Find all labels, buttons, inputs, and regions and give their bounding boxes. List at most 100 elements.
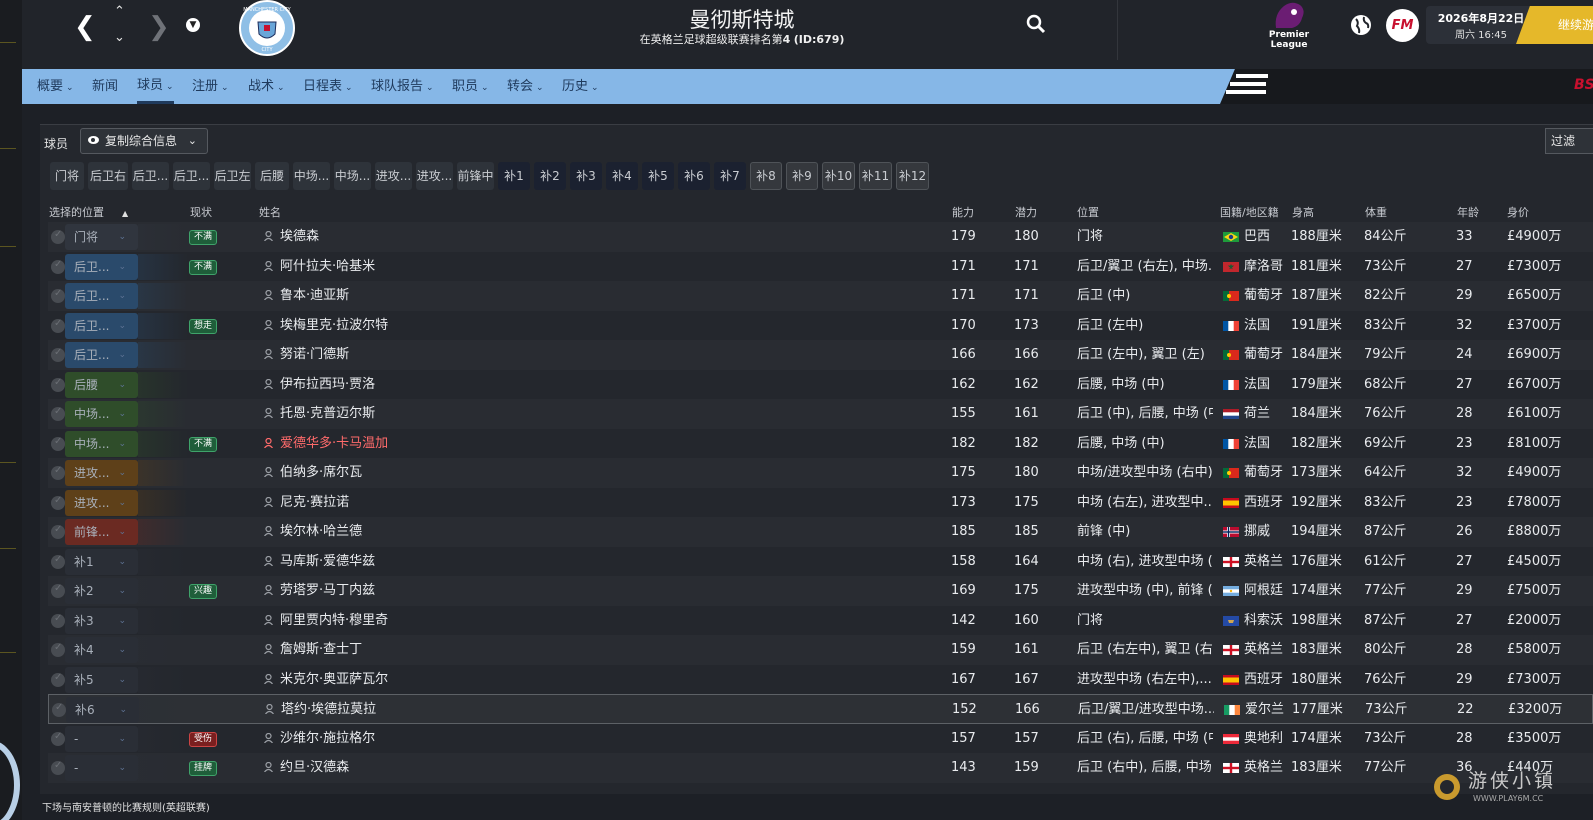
player-name[interactable]: 埃梅里克·拉波尔特	[280, 311, 388, 340]
table-row[interactable]: 补5 ⌄ 米克尔·奥亚萨瓦尔 167 167 进攻型中场 (右左中),... 西班牙 180厘…	[48, 664, 1593, 694]
table-row[interactable]: 进攻... ⌄ 伯纳多·席尔瓦 175 180 中场/进攻型中场 (右中) 葡萄牙 173厘米…	[48, 458, 1593, 488]
position-select[interactable]: - ⌄	[65, 755, 138, 781]
position-tab[interactable]: 补9	[786, 162, 818, 190]
position-select[interactable]: 后卫... ⌄	[65, 342, 138, 368]
position-select[interactable]: 门将 ⌄	[65, 224, 138, 250]
position-select[interactable]: 补3 ⌄	[65, 607, 138, 634]
col-position[interactable]: 位置	[1077, 204, 1099, 220]
position-tab[interactable]: 后卫...	[132, 162, 169, 190]
position-select[interactable]: 补4 ⌄	[65, 637, 138, 663]
position-tab[interactable]: 后卫...	[173, 162, 210, 190]
position-tab[interactable]: 补3	[570, 162, 602, 190]
table-row[interactable]: -⌄挂牌约旦·汉德森143159后卫 (右中), 后腰, 中场...英格兰183…	[48, 753, 1593, 783]
history-menu-icon[interactable]: ▼	[186, 18, 200, 32]
menu-item[interactable]: 注册 ⌄	[192, 69, 229, 104]
position-tab[interactable]: 前锋中	[457, 162, 494, 190]
search-icon[interactable]	[1026, 14, 1046, 34]
position-tab[interactable]: 补1	[498, 162, 530, 190]
table-row[interactable]: 中场... ⌄ 托恩·克普迈尔斯 155 161 后卫 (中), 后腰, 中场 (中) 荷兰…	[48, 399, 1593, 429]
row-check-icon[interactable]	[51, 436, 65, 451]
player-name[interactable]: 爱德华多·卡马温加	[280, 429, 388, 458]
premier-league-logo[interactable]: Premier League	[1266, 0, 1312, 56]
club-badge[interactable]: MANCHESTER CITY CITY	[238, 0, 296, 56]
menu-item[interactable]: 概要 ⌄	[37, 69, 74, 104]
player-name[interactable]: 沙维尔·施拉格尔	[280, 724, 375, 753]
position-select[interactable]: 补5 ⌄	[65, 666, 138, 693]
position-tab[interactable]: 中场...	[334, 162, 371, 190]
position-select[interactable]: 进攻... ⌄	[65, 489, 138, 516]
row-check-icon[interactable]	[51, 731, 65, 746]
col-value[interactable]: 身价	[1507, 204, 1529, 220]
position-tab[interactable]: 补6	[678, 162, 710, 190]
player-name[interactable]: 劳塔罗·马丁内兹	[280, 576, 375, 605]
col-status[interactable]: 现状	[190, 204, 212, 220]
status-badge[interactable]: 不满	[189, 259, 218, 275]
row-check-icon[interactable]	[51, 613, 65, 628]
status-badge[interactable]: 受伤	[189, 731, 218, 747]
position-select[interactable]: 补1 ⌄	[65, 548, 138, 575]
position-tab[interactable]: 后腰	[255, 162, 289, 190]
position-select[interactable]: 进攻... ⌄	[65, 460, 138, 486]
menu-item[interactable]: 职员 ⌄	[452, 69, 489, 104]
position-tab[interactable]: 补5	[642, 162, 674, 190]
table-row[interactable]: 门将 ⌄ 不满 埃德森 179 180 门将 巴西 188厘米 84公斤 33 £4900万	[48, 222, 1593, 252]
position-tab[interactable]: 补12	[896, 162, 929, 190]
table-row[interactable]: 后卫... ⌄ 努诺·门德斯 166 166 后卫 (左中), 翼卫 (左) 葡萄牙 184厘…	[48, 340, 1593, 370]
position-tab[interactable]: 后卫左	[214, 162, 251, 190]
row-check-icon[interactable]	[51, 288, 65, 303]
player-name[interactable]: 阿里贾内特·穆里奇	[280, 606, 388, 635]
row-check-icon[interactable]	[51, 259, 65, 274]
col-height[interactable]: 身高	[1292, 204, 1314, 220]
table-row[interactable]: 补2 ⌄ 兴趣 劳塔罗·马丁内兹 169 175 进攻型中场 (中), 前锋 (... 阿根廷…	[48, 576, 1593, 606]
menu-item[interactable]: 球队报告 ⌄	[371, 69, 434, 104]
table-row[interactable]: 补4 ⌄ 詹姆斯·查士丁 159 161 后卫 (右左中), 翼卫 (右... 英格兰 183…	[48, 635, 1593, 665]
position-select[interactable]: 后卫... ⌄	[65, 253, 138, 280]
page-title[interactable]: 曼彻斯特城	[562, 4, 922, 34]
status-badge[interactable]: 想走	[189, 318, 218, 334]
col-ability[interactable]: 能力	[952, 204, 974, 220]
status-badge[interactable]: 挂牌	[189, 761, 218, 776]
position-select[interactable]: 补6 ⌄	[66, 697, 139, 723]
position-select[interactable]: 中场... ⌄	[65, 430, 138, 457]
position-tab[interactable]: 后卫右	[88, 162, 128, 190]
col-selected-position[interactable]: 选择的位置 ▲	[49, 204, 128, 220]
menu-item[interactable]: 球员 ⌄	[137, 69, 174, 104]
col-weight[interactable]: 体重	[1365, 204, 1387, 220]
chevron-up-icon[interactable]: ⌃	[114, 4, 125, 19]
player-name[interactable]: 埃尔林·哈兰德	[280, 517, 362, 546]
player-name[interactable]: 塔约·埃德拉莫拉	[281, 695, 376, 724]
position-tab[interactable]: 补11	[859, 162, 892, 190]
table-row[interactable]: -⌄受伤沙维尔·施拉格尔157157后卫 (右), 后腰, 中场 (中)奥地利1…	[48, 723, 1593, 753]
forward-arrow-icon[interactable]: ❯	[148, 12, 170, 42]
row-check-icon[interactable]	[51, 672, 65, 687]
table-row[interactable]: 后卫... ⌄ 不满 阿什拉夫·哈基米 171 171 后卫/翼卫 (右左), 中场... 摩…	[48, 251, 1593, 281]
player-name[interactable]: 努诺·门德斯	[280, 340, 349, 369]
player-name[interactable]: 伯纳多·席尔瓦	[280, 458, 362, 487]
menu-item[interactable]: 日程表 ⌄	[303, 69, 353, 104]
status-badge[interactable]: 兴趣	[189, 584, 218, 599]
row-check-icon[interactable]	[51, 642, 65, 657]
player-name[interactable]: 尼克·赛拉诺	[280, 488, 349, 517]
row-check-icon[interactable]	[51, 406, 65, 421]
row-check-icon[interactable]	[51, 318, 65, 333]
position-tab[interactable]: 补4	[606, 162, 638, 190]
row-check-icon[interactable]	[52, 702, 66, 717]
player-name[interactable]: 埃德森	[280, 222, 319, 251]
player-name[interactable]: 托恩·克普迈尔斯	[280, 399, 375, 428]
chevron-down-icon[interactable]: ⌄	[114, 30, 125, 45]
player-name[interactable]: 鲁本·迪亚斯	[280, 281, 349, 310]
back-arrow-icon[interactable]: ❮	[74, 12, 96, 42]
col-nationality[interactable]: 国籍/地区籍	[1220, 204, 1279, 220]
position-tab[interactable]: 补8	[750, 162, 782, 190]
row-check-icon[interactable]	[51, 583, 65, 598]
col-name[interactable]: 姓名	[259, 204, 281, 220]
position-tab[interactable]: 进攻...	[416, 162, 453, 190]
position-tab[interactable]: 门将	[50, 162, 84, 190]
position-tab[interactable]: 补7	[714, 162, 746, 190]
position-select[interactable]: 中场... ⌄	[65, 401, 138, 427]
status-badge[interactable]: 不满	[189, 230, 218, 245]
table-row[interactable]: 前锋... ⌄ 埃尔林·哈兰德 185 185 前锋 (中) 挪威 194厘米 87公斤 26 £8…	[48, 517, 1593, 547]
row-check-icon[interactable]	[51, 347, 65, 362]
position-tab[interactable]: 中场...	[293, 162, 330, 190]
player-name[interactable]: 约旦·汉德森	[280, 753, 349, 782]
